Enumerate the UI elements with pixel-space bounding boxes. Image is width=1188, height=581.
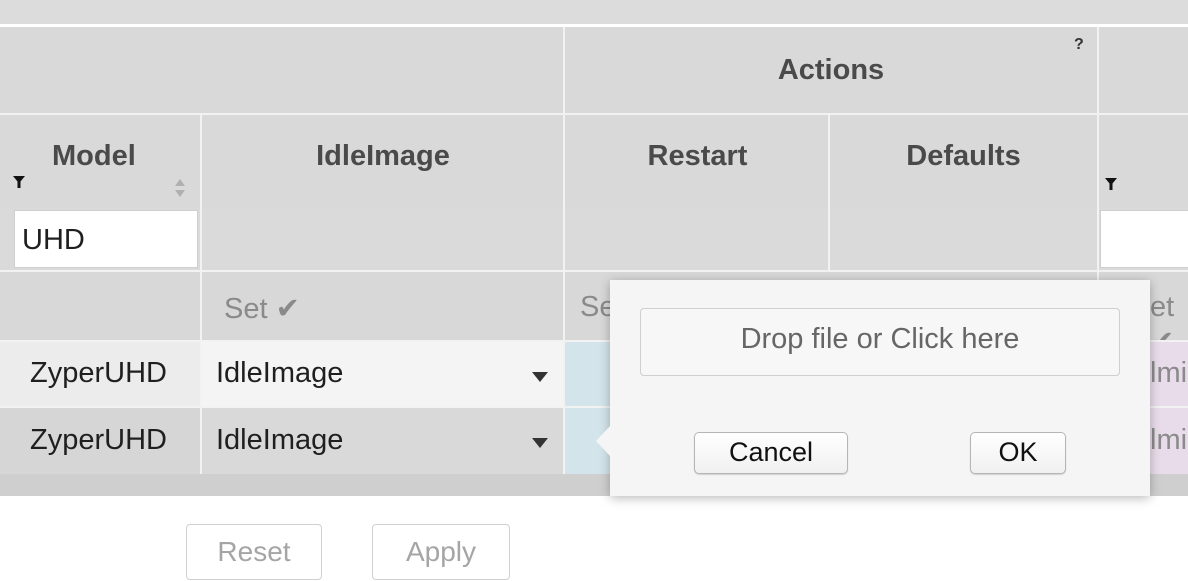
divider [200, 115, 202, 474]
dropdown-arrow-icon[interactable] [530, 436, 550, 450]
dropzone-label: Drop file or Click here [740, 323, 1020, 355]
model-column-header[interactable]: Model [52, 140, 136, 173]
right-filter-input[interactable] [1100, 210, 1188, 268]
filter-icon[interactable] [12, 175, 26, 189]
defaults-column-header[interactable]: Defaults [830, 140, 1097, 173]
divider [0, 270, 1188, 272]
idle-image-set-label[interactable]: Set ✔ [224, 291, 300, 326]
actions-help-icon[interactable]: ? [1074, 36, 1084, 54]
restart-column-header[interactable]: Restart [565, 140, 830, 173]
popover-arrow [596, 425, 611, 457]
dropdown-arrow-icon[interactable] [530, 370, 550, 384]
filter-icon[interactable] [1104, 177, 1118, 191]
divider [0, 113, 1188, 115]
idle-image-cell: IdleImage [216, 357, 344, 389]
idle-image-column-header[interactable]: IdleImage [202, 140, 564, 173]
cancel-button[interactable]: Cancel [694, 432, 848, 474]
model-cell: ZyperUHD [30, 357, 167, 389]
divider [828, 115, 830, 272]
top-strip [0, 0, 1188, 24]
sort-icon[interactable] [174, 178, 186, 198]
idle-image-cell: IdleImage [216, 424, 344, 456]
reset-button[interactable]: Reset [186, 524, 322, 580]
restart-cell[interactable] [565, 342, 615, 406]
actions-group-header: Actions [777, 54, 885, 86]
model-filter-value: UHD [22, 224, 85, 256]
right-cell-text: lmi [1150, 424, 1188, 456]
ok-button[interactable]: OK [970, 432, 1066, 474]
right-cell-text: lmi [1150, 357, 1188, 389]
apply-button[interactable]: Apply [372, 524, 510, 580]
model-cell: ZyperUHD [30, 424, 167, 456]
